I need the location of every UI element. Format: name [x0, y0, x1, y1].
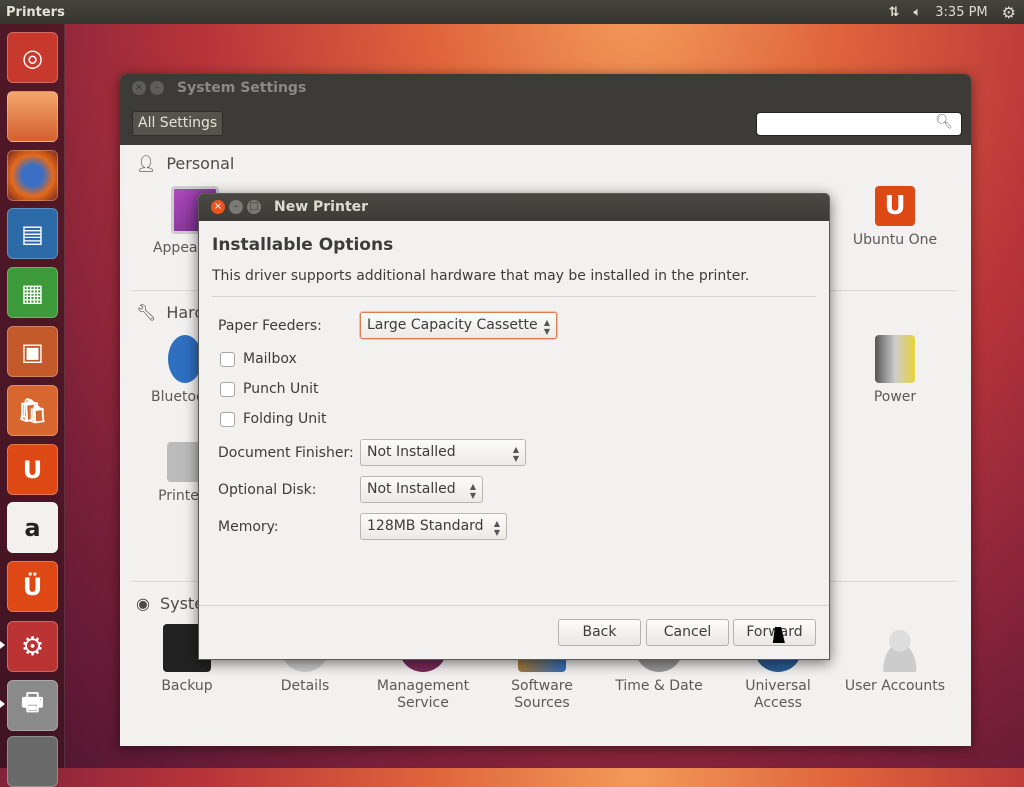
person-icon: 👤︎ [136, 154, 157, 173]
checkbox-box[interactable] [220, 411, 235, 427]
minimize-icon[interactable]: – [150, 81, 164, 95]
clock[interactable]: 3:35 PM [935, 5, 987, 20]
session-gear-icon[interactable]: ⚙ [1002, 3, 1016, 22]
launcher-files-icon[interactable] [7, 91, 58, 142]
mailbox-checkbox[interactable]: Mailbox [220, 351, 297, 367]
section-personal: 👤︎ Personal [136, 154, 235, 173]
spinner-arrows-icon: ▲ ▼ [512, 445, 519, 463]
mouse-cursor-icon [772, 627, 788, 643]
running-indicator [0, 641, 5, 649]
optional-disk-label: Optional Disk: [218, 482, 317, 498]
window-title: System Settings [177, 80, 307, 96]
launcher: ◎ ▤ ▦ ▣ 🛍︎ U a Ü ⚙ 🖶︎ [0, 24, 65, 787]
launcher-amazon-icon[interactable]: a [7, 502, 58, 553]
divider [212, 296, 816, 297]
search-icon: 🔍︎ [935, 114, 953, 130]
item-power[interactable]: Power [840, 335, 950, 406]
network-updown-icon[interactable]: ⇅ [889, 5, 900, 20]
running-indicator [0, 700, 5, 708]
cancel-button[interactable]: Cancel [646, 619, 729, 646]
launcher-writer-icon[interactable]: ▤ [7, 208, 58, 259]
launcher-firefox-icon[interactable] [7, 150, 58, 201]
item-user-accounts[interactable]: User Accounts [840, 624, 950, 695]
divider [199, 605, 829, 606]
maximize-icon[interactable]: □ [247, 200, 261, 214]
dialog-header: × – □ New Printer [199, 194, 829, 221]
spinner-arrows-icon: ▲ ▼ [469, 482, 476, 500]
window-header: × – System Settings All Settings 🔍︎ [120, 74, 971, 145]
memory-label: Memory: [218, 519, 279, 535]
dialog-heading: Installable Options [212, 235, 394, 255]
folding-unit-checkbox[interactable]: Folding Unit [220, 411, 327, 427]
minimize-icon[interactable]: – [229, 200, 243, 214]
paper-feeders-select[interactable]: Large Capacity Cassette ▲ ▼ [360, 312, 557, 339]
launcher-ubuntu-one-music-icon[interactable]: Ü [7, 561, 58, 612]
optional-disk-select[interactable]: Not Installed ▲ ▼ [360, 476, 483, 503]
document-finisher-label: Document Finisher: [218, 445, 354, 461]
launcher-system-settings-icon[interactable]: ⚙ [7, 621, 58, 672]
launcher-software-center-icon[interactable]: 🛍︎ [7, 385, 58, 436]
active-app-title: Printers [6, 4, 65, 20]
checkbox-box[interactable] [220, 351, 235, 367]
dialog-title: New Printer [274, 199, 369, 215]
spinner-arrows-icon: ▲ ▼ [493, 519, 500, 537]
ubuntu-logo-icon: ◉ [136, 594, 150, 613]
launcher-impress-icon[interactable]: ▣ [7, 326, 58, 377]
bluetooth-icon [168, 335, 202, 383]
launcher-printers-icon[interactable]: 🖶︎ [7, 680, 58, 731]
power-battery-icon [875, 335, 915, 383]
wrench-icon: 🔧︎ [136, 303, 157, 322]
spinner-arrows-icon: ▲ ▼ [543, 318, 550, 336]
close-icon[interactable]: × [132, 81, 146, 95]
checkbox-box[interactable] [220, 381, 235, 397]
ubuntu-one-icon: U [875, 186, 915, 226]
punch-unit-checkbox[interactable]: Punch Unit [220, 381, 318, 397]
close-icon[interactable]: × [211, 200, 225, 214]
document-finisher-select[interactable]: Not Installed ▲ ▼ [360, 439, 526, 466]
paper-feeders-label: Paper Feeders: [218, 318, 322, 334]
memory-select[interactable]: 128MB Standard ▲ ▼ [360, 513, 507, 540]
item-ubuntu-one[interactable]: U Ubuntu One [840, 186, 950, 249]
all-settings-button[interactable]: All Settings [132, 111, 224, 136]
launcher-ubuntu-dash-icon[interactable]: ◎ [7, 32, 58, 83]
launcher-ubuntu-one-icon[interactable]: U [7, 444, 58, 495]
launcher-trash-icon[interactable] [7, 736, 58, 787]
search-input[interactable]: 🔍︎ [756, 112, 962, 136]
back-button[interactable]: Back [558, 619, 641, 646]
new-printer-dialog: × – □ New Printer Installable Options Th… [198, 193, 830, 660]
top-panel: Printers ⇅ 🔈︎ 3:35 PM ⚙ [0, 0, 1024, 24]
launcher-calc-icon[interactable]: ▦ [7, 267, 58, 318]
volume-icon[interactable]: 🔈︎ [913, 5, 921, 20]
dialog-description: This driver supports additional hardware… [212, 268, 750, 284]
users-icon [871, 624, 919, 672]
